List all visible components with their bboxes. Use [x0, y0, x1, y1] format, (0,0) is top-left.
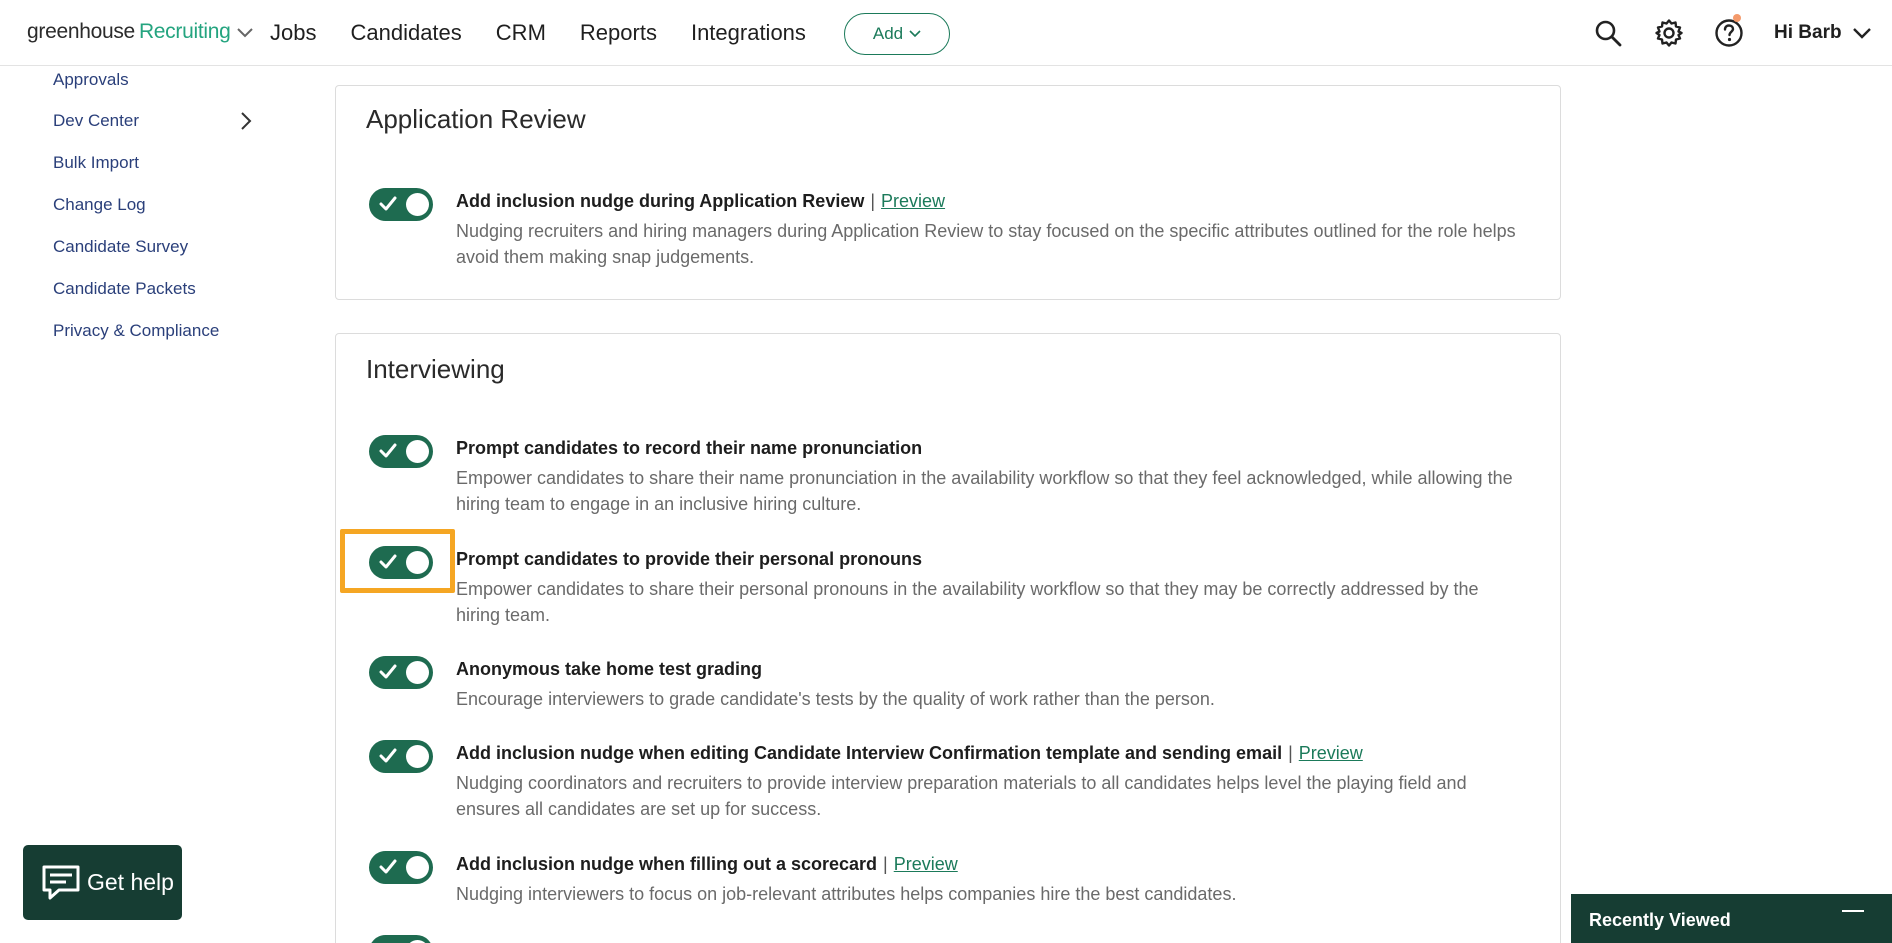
- sidebar-item-change-log[interactable]: Change Log: [53, 193, 146, 217]
- minimize-icon[interactable]: [1842, 910, 1864, 912]
- setting-description: Nudging recruiters and hiring managers d…: [456, 221, 1516, 267]
- section-title: Interviewing: [366, 354, 505, 384]
- preview-link[interactable]: Preview: [881, 191, 945, 211]
- check-icon: [379, 443, 397, 458]
- brand-logo[interactable]: greenhouse Recruiting: [27, 20, 254, 44]
- separator: |: [870, 191, 876, 211]
- highlight-box: [340, 529, 455, 593]
- nav-candidates[interactable]: Candidates: [350, 20, 461, 46]
- setting-title: Add inclusion nudge during Application R…: [456, 191, 945, 212]
- chevron-down-icon[interactable]: [236, 27, 254, 39]
- nav-jobs[interactable]: Jobs: [270, 20, 316, 46]
- notification-dot: [1733, 14, 1741, 22]
- toggle-knob: [406, 661, 429, 684]
- separator: |: [1288, 743, 1293, 763]
- preview-link[interactable]: Preview: [1299, 743, 1363, 763]
- setting-toggle[interactable]: [369, 740, 433, 773]
- top-nav: greenhouse Recruiting Jobs Candidates CR…: [0, 0, 1892, 66]
- user-menu[interactable]: Hi Barb: [1774, 22, 1872, 44]
- setting-description: Empower candidates to share their person…: [456, 579, 1479, 625]
- search-icon[interactable]: [1594, 19, 1622, 47]
- setting-title: Prompt candidates to record their name p…: [456, 438, 923, 458]
- setting-title: Add inclusion nudge when editing Candida…: [456, 743, 1363, 764]
- preview-link[interactable]: Preview: [894, 854, 958, 874]
- setting-description: Encourage interviewers to grade candidat…: [456, 689, 1215, 709]
- chevron-right-icon[interactable]: [240, 111, 252, 131]
- setting-toggle[interactable]: [369, 935, 433, 943]
- setting-toggle[interactable]: [369, 188, 433, 221]
- setting-title: Add inclusion nudge when filling out a s…: [456, 854, 958, 875]
- help-icon[interactable]: [1714, 18, 1744, 48]
- setting-title-text: Add inclusion nudge when editing Candida…: [456, 743, 1283, 763]
- gear-icon[interactable]: [1654, 18, 1684, 48]
- check-icon: [379, 748, 397, 763]
- section-title: Application Review: [366, 104, 586, 134]
- setting-title-text: Add inclusion nudge during Application R…: [456, 191, 865, 211]
- check-icon: [379, 196, 397, 211]
- recently-viewed-panel[interactable]: Recently Viewed: [1571, 894, 1892, 943]
- get-help-label: Get help: [87, 869, 174, 895]
- add-button-label: Add: [872, 24, 904, 43]
- brand-secondary: Recruiting: [138, 20, 231, 43]
- setting-title-text: Add inclusion nudge when filling out a s…: [456, 854, 878, 874]
- toggle-knob: [406, 745, 429, 768]
- brand-primary: greenhouse: [27, 20, 135, 43]
- chat-bubble-icon: [42, 865, 80, 899]
- chevron-down-icon: [909, 30, 921, 38]
- setting-toggle[interactable]: [369, 851, 433, 884]
- add-button[interactable]: Add: [844, 13, 950, 55]
- sidebar-item-candidate-packets[interactable]: Candidate Packets: [53, 277, 196, 301]
- check-icon: [379, 859, 397, 874]
- toggle-knob: [406, 440, 429, 463]
- user-greeting: Hi Barb: [1774, 22, 1842, 43]
- toggle-knob: [406, 856, 429, 879]
- main-nav-links: Jobs Candidates CRM Reports Integrations: [270, 20, 840, 46]
- setting-description: Empower candidates to share their name p…: [456, 468, 1513, 514]
- chevron-down-icon: [1852, 28, 1871, 39]
- setting-toggle[interactable]: [369, 656, 433, 689]
- setting-description: Nudging coordinators and recruiters to p…: [456, 773, 1467, 819]
- toggle-knob: [406, 193, 429, 216]
- sidebar-item-approvals[interactable]: Approvals: [53, 68, 129, 92]
- sidebar-item-bulk-import[interactable]: Bulk Import: [53, 151, 139, 175]
- setting-description: Nudging interviewers to focus on job-rel…: [456, 884, 1237, 904]
- sidebar-item-privacy-compliance[interactable]: Privacy & Compliance: [53, 319, 219, 343]
- nav-crm[interactable]: CRM: [496, 20, 546, 46]
- application-review-section: Application Review Add inclusion nudge d…: [335, 85, 1561, 300]
- nav-integrations[interactable]: Integrations: [691, 20, 806, 46]
- recently-viewed-label: Recently Viewed: [1589, 910, 1731, 930]
- setting-title: Anonymous take home test grading: [456, 659, 763, 679]
- nav-reports[interactable]: Reports: [580, 20, 657, 46]
- check-icon: [379, 664, 397, 679]
- interviewing-section: Interviewing Prompt candidates to record…: [335, 333, 1561, 943]
- get-help-button[interactable]: Get help: [23, 845, 182, 920]
- sidebar-item-candidate-survey[interactable]: Candidate Survey: [53, 235, 188, 259]
- separator: |: [883, 854, 888, 874]
- setting-toggle[interactable]: [369, 435, 433, 468]
- sidebar-item-dev-center[interactable]: Dev Center: [53, 109, 139, 133]
- setting-title: Prompt candidates to provide their perso…: [456, 549, 923, 569]
